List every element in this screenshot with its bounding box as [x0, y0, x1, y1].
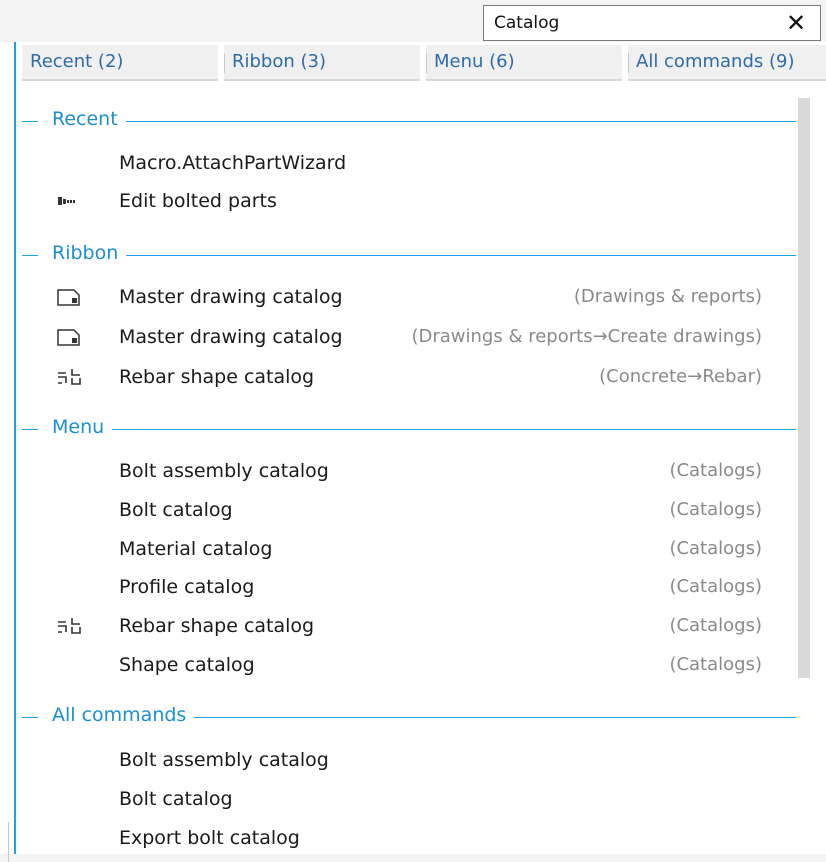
tab-separator: [628, 53, 629, 73]
item-label: Edit bolted parts: [119, 190, 277, 212]
section-rule: [52, 121, 796, 122]
list-item[interactable]: Master drawing catalog (Drawings & repor…: [16, 318, 776, 356]
section-title: All commands: [52, 704, 195, 726]
section-header-recent: Recent: [16, 104, 796, 138]
item-label: Bolt assembly catalog: [119, 749, 329, 771]
item-path: (Drawings & reports→Create drawings): [411, 326, 762, 347]
item-path: (Concrete→Rebar): [599, 366, 762, 387]
item-path: (Catalogs): [669, 499, 762, 520]
list-item[interactable]: Profile catalog (Catalogs): [16, 568, 776, 606]
list-item[interactable]: Bolt catalog: [16, 780, 776, 818]
list-item[interactable]: Master drawing catalog (Drawings & repor…: [16, 278, 776, 316]
item-label: Shape catalog: [119, 654, 255, 676]
item-label: Master drawing catalog: [119, 286, 343, 308]
list-item[interactable]: Bolt assembly catalog: [16, 741, 776, 779]
list-item[interactable]: Bolt catalog (Catalogs): [16, 491, 776, 529]
item-path: (Drawings & reports): [573, 286, 762, 307]
section-header-all-commands: All commands: [16, 700, 796, 734]
tab-all-commands[interactable]: All commands (9): [628, 45, 826, 81]
list-item[interactable]: Macro.AttachPartWizard: [16, 144, 776, 182]
item-path: (Catalogs): [669, 654, 762, 675]
item-path: (Catalogs): [669, 576, 762, 597]
section-dash: [22, 717, 38, 718]
item-label: Master drawing catalog: [119, 326, 343, 348]
section-rule: [52, 429, 796, 430]
item-path: (Catalogs): [669, 460, 762, 481]
tab-recent[interactable]: Recent (2): [22, 45, 218, 81]
list-item[interactable]: Rebar shape catalog (Catalogs): [16, 607, 776, 645]
item-label: Bolt assembly catalog: [119, 460, 329, 482]
item-label: Export bolt catalog: [119, 827, 300, 849]
tab-ribbon[interactable]: Ribbon (3): [224, 45, 420, 81]
rebar-shape-icon: [56, 364, 82, 390]
item-label: Rebar shape catalog: [119, 366, 315, 388]
item-label: Bolt catalog: [119, 788, 233, 810]
list-item[interactable]: Bolt assembly catalog (Catalogs): [16, 452, 776, 490]
section-dash: [22, 429, 38, 430]
clear-search-icon[interactable]: ✕: [784, 10, 808, 36]
left-gutter: [0, 42, 14, 862]
section-rule: [52, 255, 796, 256]
bolt-icon: [56, 188, 82, 214]
section-dash: [22, 255, 38, 256]
section-title: Menu: [52, 416, 113, 438]
item-label: Bolt catalog: [119, 499, 233, 521]
item-label: Rebar shape catalog: [119, 615, 315, 637]
search-results-panel: Recent (2) Ribbon (3) Menu (6) All comma…: [14, 42, 826, 854]
list-item[interactable]: Edit bolted parts: [16, 182, 776, 220]
section-dash: [22, 121, 38, 122]
item-path: (Catalogs): [669, 538, 762, 559]
tab-all-commands-label: All commands (9): [636, 51, 795, 72]
item-label: Macro.AttachPartWizard: [119, 152, 347, 174]
top-bar: ✕: [0, 0, 826, 42]
drawing-catalog-icon: [56, 324, 82, 350]
tab-recent-label: Recent (2): [30, 51, 124, 72]
list-item[interactable]: Material catalog (Catalogs): [16, 530, 776, 568]
section-header-ribbon: Ribbon: [16, 238, 796, 272]
list-item[interactable]: Export bolt catalog: [16, 819, 776, 854]
rebar-shape-icon: [56, 613, 82, 639]
tab-menu-label: Menu (6): [434, 51, 515, 72]
section-title: Ribbon: [52, 242, 127, 264]
result-tabs: Recent (2) Ribbon (3) Menu (6) All comma…: [16, 42, 826, 86]
list-item[interactable]: Shape catalog (Catalogs): [16, 646, 776, 684]
list-item[interactable]: Rebar shape catalog (Concrete→Rebar): [16, 358, 776, 396]
search-input[interactable]: [494, 11, 764, 35]
item-path: (Catalogs): [669, 615, 762, 636]
item-label: Material catalog: [119, 538, 273, 560]
tab-menu[interactable]: Menu (6): [426, 45, 622, 81]
tab-separator: [426, 53, 427, 73]
tab-ribbon-label: Ribbon (3): [232, 51, 326, 72]
section-title: Recent: [52, 108, 126, 130]
search-box[interactable]: ✕: [483, 5, 821, 41]
item-label: Profile catalog: [119, 576, 255, 598]
section-header-menu: Menu: [16, 412, 796, 446]
scrollbar-thumb[interactable]: [798, 98, 810, 678]
drawing-catalog-icon: [56, 284, 82, 310]
gutter-mark: [0, 822, 9, 862]
tab-separator: [224, 53, 225, 73]
